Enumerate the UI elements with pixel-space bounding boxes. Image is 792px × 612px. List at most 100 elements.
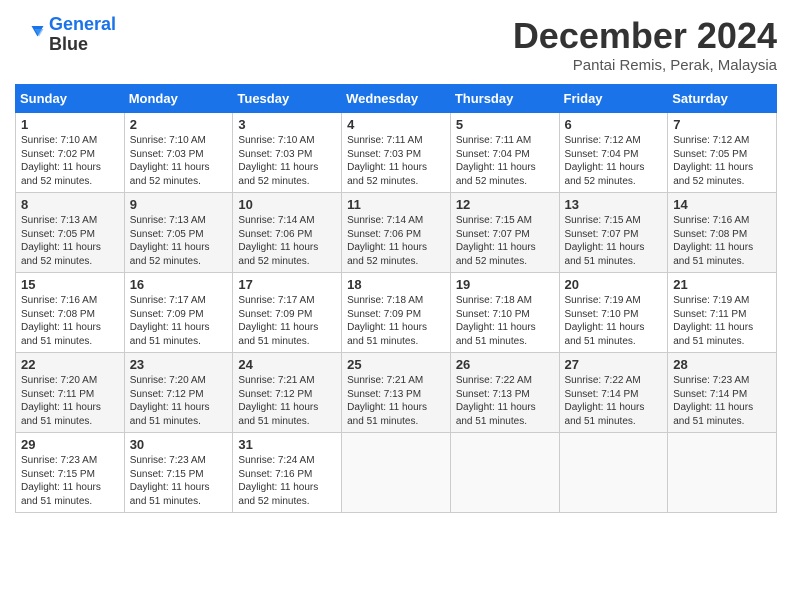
day-info: Sunrise: 7:16 AM Sunset: 7:08 PM Dayligh… — [673, 214, 771, 268]
header-tuesday: Tuesday — [233, 85, 342, 113]
calendar-cell: 6 Sunrise: 7:12 AM Sunset: 7:04 PM Dayli… — [559, 113, 668, 193]
day-info: Sunrise: 7:21 AM Sunset: 7:12 PM Dayligh… — [238, 374, 336, 428]
day-info: Sunrise: 7:12 AM Sunset: 7:04 PM Dayligh… — [565, 134, 663, 188]
calendar-cell: 16 Sunrise: 7:17 AM Sunset: 7:09 PM Dayl… — [124, 273, 233, 353]
day-info: Sunrise: 7:23 AM Sunset: 7:15 PM Dayligh… — [21, 454, 119, 508]
day-number: 14 — [673, 197, 771, 212]
day-number: 27 — [565, 357, 663, 372]
day-number: 4 — [347, 117, 445, 132]
calendar-cell — [668, 433, 777, 513]
day-number: 25 — [347, 357, 445, 372]
day-number: 22 — [21, 357, 119, 372]
calendar-cell: 11 Sunrise: 7:14 AM Sunset: 7:06 PM Dayl… — [342, 193, 451, 273]
calendar-cell: 27 Sunrise: 7:22 AM Sunset: 7:14 PM Dayl… — [559, 353, 668, 433]
week-row-1: 1 Sunrise: 7:10 AM Sunset: 7:02 PM Dayli… — [16, 113, 777, 193]
day-number: 28 — [673, 357, 771, 372]
header-saturday: Saturday — [668, 85, 777, 113]
day-number: 24 — [238, 357, 336, 372]
logo-text: General Blue — [49, 15, 116, 55]
calendar-cell: 20 Sunrise: 7:19 AM Sunset: 7:10 PM Dayl… — [559, 273, 668, 353]
week-row-5: 29 Sunrise: 7:23 AM Sunset: 7:15 PM Dayl… — [16, 433, 777, 513]
day-info: Sunrise: 7:20 AM Sunset: 7:12 PM Dayligh… — [130, 374, 228, 428]
day-number: 11 — [347, 197, 445, 212]
logo-icon — [15, 20, 45, 50]
header-friday: Friday — [559, 85, 668, 113]
calendar-cell: 4 Sunrise: 7:11 AM Sunset: 7:03 PM Dayli… — [342, 113, 451, 193]
day-info: Sunrise: 7:13 AM Sunset: 7:05 PM Dayligh… — [130, 214, 228, 268]
day-number: 26 — [456, 357, 554, 372]
day-info: Sunrise: 7:23 AM Sunset: 7:15 PM Dayligh… — [130, 454, 228, 508]
day-info: Sunrise: 7:15 AM Sunset: 7:07 PM Dayligh… — [565, 214, 663, 268]
calendar-cell: 26 Sunrise: 7:22 AM Sunset: 7:13 PM Dayl… — [450, 353, 559, 433]
calendar-cell: 22 Sunrise: 7:20 AM Sunset: 7:11 PM Dayl… — [16, 353, 125, 433]
calendar-cell: 21 Sunrise: 7:19 AM Sunset: 7:11 PM Dayl… — [668, 273, 777, 353]
title-area: December 2024 Pantai Remis, Perak, Malay… — [513, 15, 777, 74]
day-number: 21 — [673, 277, 771, 292]
day-info: Sunrise: 7:22 AM Sunset: 7:13 PM Dayligh… — [456, 374, 554, 428]
calendar-cell — [450, 433, 559, 513]
calendar-cell: 25 Sunrise: 7:21 AM Sunset: 7:13 PM Dayl… — [342, 353, 451, 433]
calendar-cell: 30 Sunrise: 7:23 AM Sunset: 7:15 PM Dayl… — [124, 433, 233, 513]
calendar-cell: 1 Sunrise: 7:10 AM Sunset: 7:02 PM Dayli… — [16, 113, 125, 193]
day-info: Sunrise: 7:10 AM Sunset: 7:03 PM Dayligh… — [130, 134, 228, 188]
header: General Blue December 2024 Pantai Remis,… — [15, 15, 777, 74]
day-number: 3 — [238, 117, 336, 132]
header-monday: Monday — [124, 85, 233, 113]
month-title: December 2024 — [513, 15, 777, 57]
week-row-3: 15 Sunrise: 7:16 AM Sunset: 7:08 PM Dayl… — [16, 273, 777, 353]
day-info: Sunrise: 7:19 AM Sunset: 7:11 PM Dayligh… — [673, 294, 771, 348]
calendar-header-row: SundayMondayTuesdayWednesdayThursdayFrid… — [16, 85, 777, 113]
calendar-cell — [559, 433, 668, 513]
calendar-cell: 24 Sunrise: 7:21 AM Sunset: 7:12 PM Dayl… — [233, 353, 342, 433]
day-info: Sunrise: 7:13 AM Sunset: 7:05 PM Dayligh… — [21, 214, 119, 268]
day-info: Sunrise: 7:17 AM Sunset: 7:09 PM Dayligh… — [130, 294, 228, 348]
day-number: 12 — [456, 197, 554, 212]
header-wednesday: Wednesday — [342, 85, 451, 113]
day-number: 13 — [565, 197, 663, 212]
logo: General Blue — [15, 15, 116, 55]
day-info: Sunrise: 7:10 AM Sunset: 7:02 PM Dayligh… — [21, 134, 119, 188]
day-number: 15 — [21, 277, 119, 292]
day-info: Sunrise: 7:23 AM Sunset: 7:14 PM Dayligh… — [673, 374, 771, 428]
calendar-cell: 12 Sunrise: 7:15 AM Sunset: 7:07 PM Dayl… — [450, 193, 559, 273]
calendar-cell: 8 Sunrise: 7:13 AM Sunset: 7:05 PM Dayli… — [16, 193, 125, 273]
day-info: Sunrise: 7:21 AM Sunset: 7:13 PM Dayligh… — [347, 374, 445, 428]
week-row-2: 8 Sunrise: 7:13 AM Sunset: 7:05 PM Dayli… — [16, 193, 777, 273]
calendar-cell: 13 Sunrise: 7:15 AM Sunset: 7:07 PM Dayl… — [559, 193, 668, 273]
day-number: 2 — [130, 117, 228, 132]
day-info: Sunrise: 7:24 AM Sunset: 7:16 PM Dayligh… — [238, 454, 336, 508]
calendar-cell: 23 Sunrise: 7:20 AM Sunset: 7:12 PM Dayl… — [124, 353, 233, 433]
calendar-cell: 7 Sunrise: 7:12 AM Sunset: 7:05 PM Dayli… — [668, 113, 777, 193]
day-number: 10 — [238, 197, 336, 212]
calendar-cell: 14 Sunrise: 7:16 AM Sunset: 7:08 PM Dayl… — [668, 193, 777, 273]
day-info: Sunrise: 7:11 AM Sunset: 7:04 PM Dayligh… — [456, 134, 554, 188]
day-number: 9 — [130, 197, 228, 212]
day-info: Sunrise: 7:18 AM Sunset: 7:09 PM Dayligh… — [347, 294, 445, 348]
day-info: Sunrise: 7:18 AM Sunset: 7:10 PM Dayligh… — [456, 294, 554, 348]
day-info: Sunrise: 7:14 AM Sunset: 7:06 PM Dayligh… — [238, 214, 336, 268]
week-row-4: 22 Sunrise: 7:20 AM Sunset: 7:11 PM Dayl… — [16, 353, 777, 433]
day-info: Sunrise: 7:17 AM Sunset: 7:09 PM Dayligh… — [238, 294, 336, 348]
calendar-cell: 18 Sunrise: 7:18 AM Sunset: 7:09 PM Dayl… — [342, 273, 451, 353]
calendar-cell: 29 Sunrise: 7:23 AM Sunset: 7:15 PM Dayl… — [16, 433, 125, 513]
day-number: 23 — [130, 357, 228, 372]
day-info: Sunrise: 7:22 AM Sunset: 7:14 PM Dayligh… — [565, 374, 663, 428]
calendar-cell: 28 Sunrise: 7:23 AM Sunset: 7:14 PM Dayl… — [668, 353, 777, 433]
calendar-cell: 10 Sunrise: 7:14 AM Sunset: 7:06 PM Dayl… — [233, 193, 342, 273]
calendar-cell: 17 Sunrise: 7:17 AM Sunset: 7:09 PM Dayl… — [233, 273, 342, 353]
day-number: 16 — [130, 277, 228, 292]
day-number: 31 — [238, 437, 336, 452]
day-info: Sunrise: 7:16 AM Sunset: 7:08 PM Dayligh… — [21, 294, 119, 348]
day-number: 1 — [21, 117, 119, 132]
day-info: Sunrise: 7:19 AM Sunset: 7:10 PM Dayligh… — [565, 294, 663, 348]
calendar-cell: 31 Sunrise: 7:24 AM Sunset: 7:16 PM Dayl… — [233, 433, 342, 513]
day-number: 17 — [238, 277, 336, 292]
calendar-cell: 9 Sunrise: 7:13 AM Sunset: 7:05 PM Dayli… — [124, 193, 233, 273]
day-number: 6 — [565, 117, 663, 132]
calendar-cell: 3 Sunrise: 7:10 AM Sunset: 7:03 PM Dayli… — [233, 113, 342, 193]
day-number: 29 — [21, 437, 119, 452]
day-number: 20 — [565, 277, 663, 292]
day-info: Sunrise: 7:12 AM Sunset: 7:05 PM Dayligh… — [673, 134, 771, 188]
calendar-cell: 5 Sunrise: 7:11 AM Sunset: 7:04 PM Dayli… — [450, 113, 559, 193]
calendar-cell: 15 Sunrise: 7:16 AM Sunset: 7:08 PM Dayl… — [16, 273, 125, 353]
